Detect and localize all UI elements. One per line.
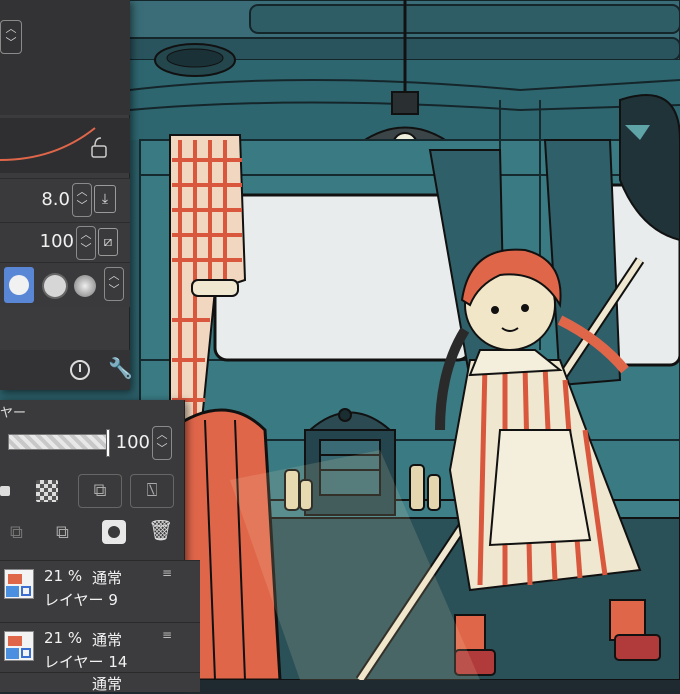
layer-list: 21 % 通常 レイヤー 9 ≡ 21 % 通常 レイヤー 14 ≡ 通常 — [0, 560, 200, 693]
layer-panel-title: ヤー — [0, 406, 27, 421]
layer-thumbnail — [4, 569, 34, 599]
brush-tip-medium[interactable] — [44, 275, 66, 297]
new-layer-icon[interactable]: ⧉ — [10, 522, 23, 543]
brush-curve-preview[interactable] — [0, 118, 130, 173]
layer-percent: 21 % — [44, 629, 83, 647]
brush-size-value[interactable]: 8.0 — [10, 189, 70, 210]
stepper-up-icon[interactable]: ︿ — [73, 185, 91, 199]
drag-handle-icon[interactable]: ≡ — [162, 567, 174, 579]
lock-open-icon[interactable] — [91, 145, 107, 158]
wrench-icon[interactable]: 🔧 — [108, 356, 133, 380]
panel-top-section — [0, 0, 130, 115]
merge-layer-icon[interactable]: ⧉ — [56, 522, 69, 543]
layer-action-row: ⧉ ⧉ 🗑 — [0, 514, 185, 554]
download-icon[interactable]: ⤓ — [94, 185, 116, 213]
trash-icon[interactable]: 🗑 — [148, 518, 173, 542]
lock-transparent-icon[interactable] — [36, 480, 58, 502]
brush-tip-soft[interactable] — [74, 275, 96, 297]
clock-icon[interactable] — [70, 360, 90, 380]
layer-opacity-stepper[interactable]: ︿ ﹀ — [152, 426, 172, 460]
layer-item[interactable]: 通常 — [0, 672, 200, 693]
brush-tip-row: ︿ ﹀ — [0, 262, 130, 307]
stepper-up-icon[interactable]: ︿ — [153, 428, 171, 442]
brush-size-row: 8.0 ︿ ﹀ ⤓ — [0, 178, 130, 222]
layer-mode: 通常 — [92, 569, 123, 587]
ceiling-vent — [154, 43, 236, 77]
stepper-down-icon[interactable]: ﹀ — [1, 36, 21, 50]
layer-name: レイヤー 9 — [44, 591, 118, 609]
panel-tool-footer: 🔧 — [0, 350, 133, 390]
clipping-icon[interactable]: ⧉ — [78, 474, 122, 508]
brush-size-stepper[interactable]: ︿ ﹀ — [72, 183, 92, 217]
top-stepper[interactable]: ︿ ﹀ — [0, 20, 22, 54]
lock-icon[interactable] — [0, 486, 10, 496]
stepper-down-icon[interactable]: ﹀ — [153, 442, 171, 456]
tool-property-panel: ︿ ﹀ 8.0 ︿ ﹀ ⤓ 100 ︿ ﹀ ⧄ ︿ ﹀ 🔧 — [0, 0, 133, 390]
layer-name: レイヤー 14 — [44, 653, 128, 671]
expand-icon[interactable]: ⧄ — [98, 228, 118, 256]
layer-mode: 通常 — [92, 631, 123, 649]
stepper-down-icon[interactable]: ﹀ — [105, 283, 123, 297]
stepper-down-icon[interactable]: ﹀ — [73, 199, 91, 213]
layer-opacity-value[interactable]: 100 — [90, 432, 150, 453]
stepper-up-icon[interactable]: ︿ — [1, 22, 21, 36]
layer-percent: 21 % — [44, 567, 83, 585]
layer-mode: 通常 — [92, 675, 123, 693]
brush-opacity-stepper[interactable]: ︿ ﹀ — [76, 226, 96, 260]
brush-opacity-row: 100 ︿ ﹀ ⧄ — [0, 222, 130, 262]
brush-tip-stepper[interactable]: ︿ ﹀ — [104, 267, 124, 301]
stepper-up-icon[interactable]: ︿ — [105, 269, 123, 283]
drag-handle-icon[interactable]: ≡ — [162, 629, 174, 641]
brush-tip-hard[interactable] — [4, 267, 34, 303]
brush-opacity-value[interactable]: 100 — [14, 231, 74, 252]
layer-item[interactable]: 21 % 通常 レイヤー 9 ≡ — [0, 560, 200, 622]
mask-icon[interactable] — [102, 520, 126, 544]
stepper-down-icon[interactable]: ﹀ — [77, 242, 95, 256]
layer-panel: ヤー 100 ︿ ﹀ ⧉ ⍂ ⧉ ⧉ 🗑 21 % 通常 レイヤー 9 ≡ 21… — [0, 400, 200, 693]
reference-layer-icon[interactable]: ⍂ — [130, 474, 174, 508]
pressure-curve-graph — [0, 127, 107, 161]
layer-thumbnail — [4, 631, 34, 661]
stepper-up-icon[interactable]: ︿ — [77, 228, 95, 242]
layer-property-row: ⧉ ⍂ — [0, 468, 185, 510]
